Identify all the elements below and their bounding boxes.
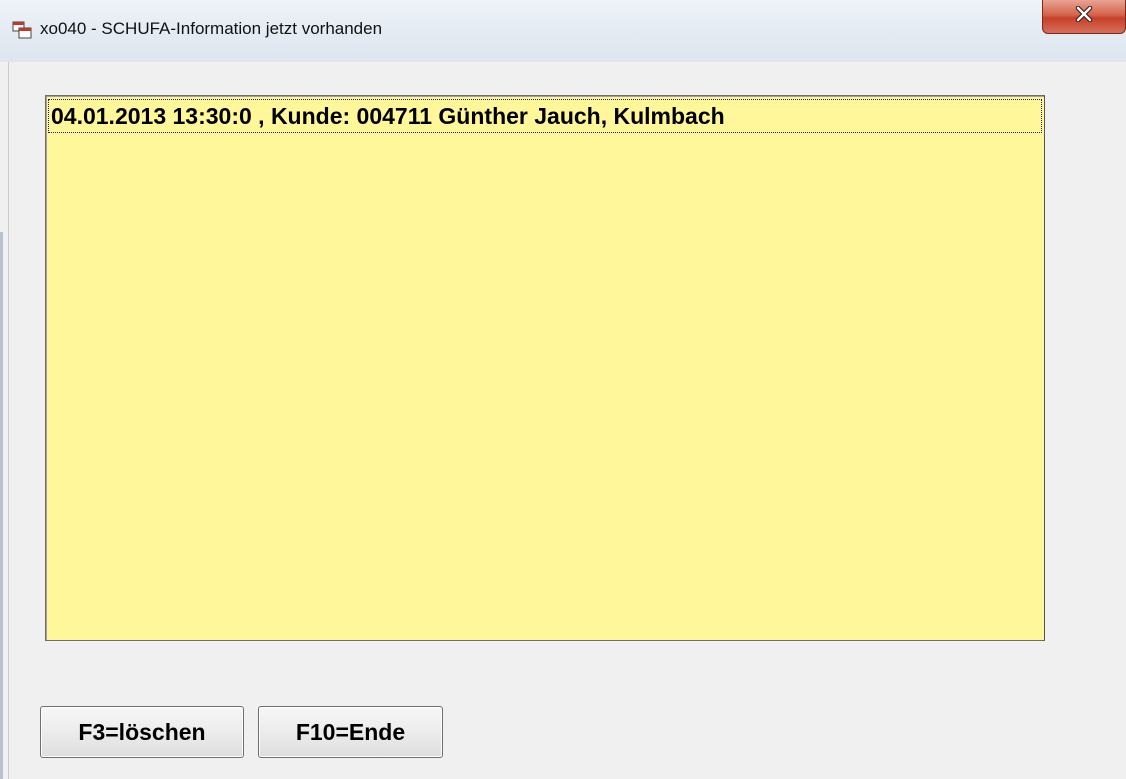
close-icon [1074, 5, 1094, 27]
app-window-icon [12, 21, 32, 39]
delete-button[interactable]: F3=löschen [40, 706, 244, 758]
window-frame-left [0, 232, 3, 779]
schufa-info-list[interactable]: 04.01.2013 13:30:0 , Kunde: 004711 Günth… [45, 95, 1045, 641]
close-button[interactable] [1042, 0, 1126, 34]
end-button[interactable]: F10=Ende [258, 706, 443, 758]
window-title: xo040 - SCHUFA-Information jetzt vorhand… [40, 19, 383, 38]
list-item[interactable]: 04.01.2013 13:30:0 , Kunde: 004711 Günth… [48, 99, 1042, 133]
dialog-window: xo040 - SCHUFA-Information jetzt vorhand… [0, 0, 1126, 779]
title-bar[interactable]: xo040 - SCHUFA-Information jetzt vorhand… [0, 0, 1126, 62]
